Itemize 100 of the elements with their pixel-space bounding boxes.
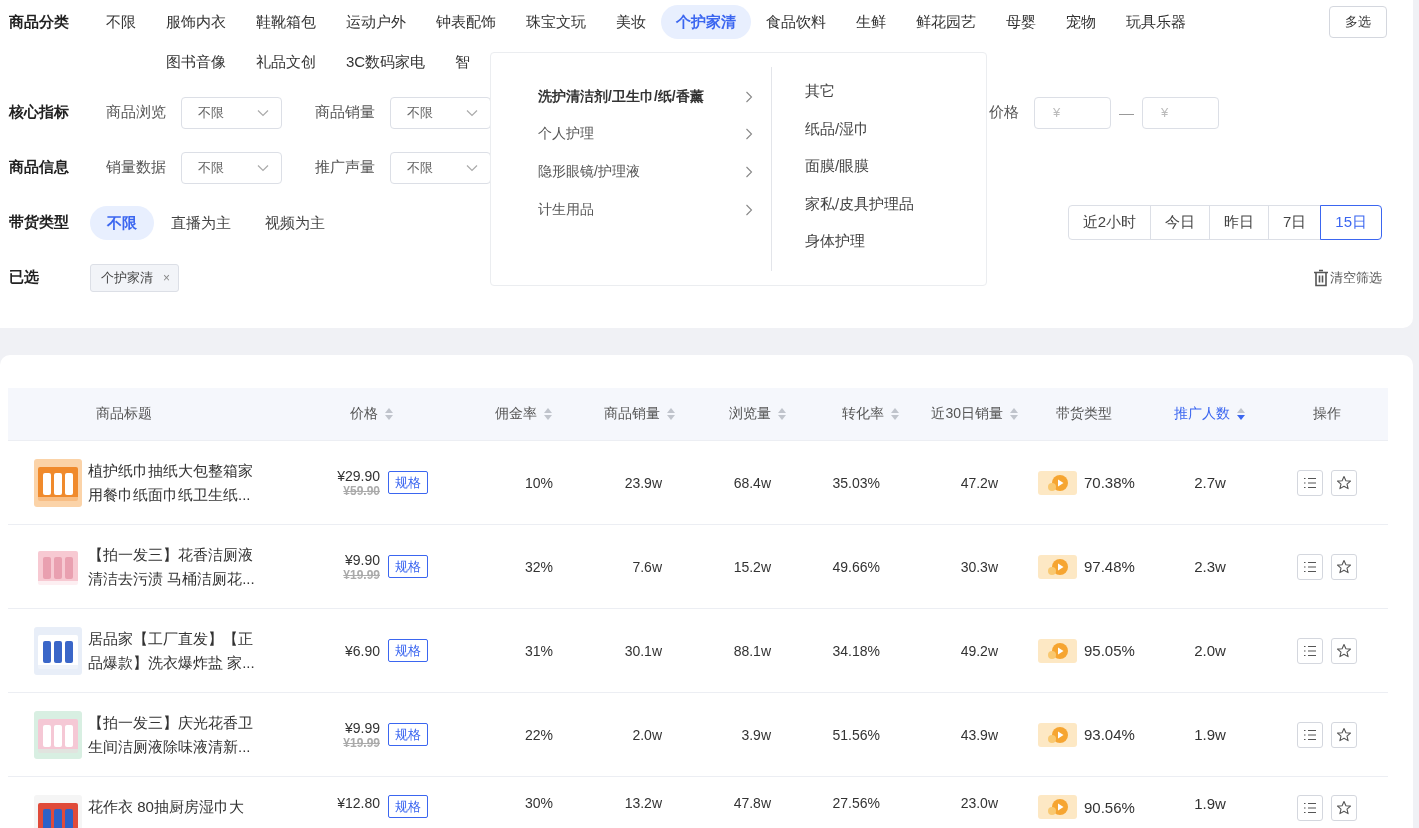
favorite-button[interactable] (1330, 721, 1357, 748)
list-button[interactable] (1296, 553, 1323, 580)
table-cell-text: 10% (523, 474, 554, 491)
column-header[interactable]: 商品销量 (560, 405, 680, 423)
dropdown-select[interactable]: 不限 (181, 151, 282, 184)
column-header[interactable]: 佣金率 (440, 405, 560, 423)
favorite-button[interactable] (1330, 637, 1357, 664)
menu-item[interactable]: 面膜/眼膜 (805, 152, 915, 190)
product-title[interactable]: 居品家【工厂直发】【正品爆款】洗衣爆炸盐 家... (88, 626, 260, 675)
time-range-tab[interactable]: 今日 (1149, 205, 1210, 240)
category-tab[interactable]: 个护家清 (661, 5, 751, 39)
table-cell-text: 49.2w (959, 642, 999, 659)
table-cell: 95.05% (1084, 642, 1135, 659)
menu-item[interactable]: 家私/皮具护理品 (805, 189, 915, 228)
category-tab[interactable]: 母婴 (991, 5, 1051, 39)
price-text: ¥29.90 (337, 467, 380, 484)
category-tab[interactable]: 钟表配饰 (421, 5, 511, 39)
menu-item[interactable]: 洗护清洁剂/卫生巾/纸/香薰 (491, 78, 771, 116)
table-cell-text: 43.9w (959, 726, 999, 743)
chevron-down-icon (466, 163, 478, 172)
favorite-button[interactable] (1330, 469, 1357, 496)
video-play-icon (1038, 470, 1077, 495)
price-max-field[interactable]: ¥ (1142, 96, 1219, 129)
table-cell-text: 23.0w (959, 795, 999, 811)
category-tab[interactable]: 图书音像 (151, 45, 241, 79)
column-header[interactable]: 近30日销量 (905, 405, 1025, 423)
multi-select-button[interactable]: 多选 (1329, 6, 1387, 38)
filter-option[interactable]: 直播为主 (154, 205, 248, 240)
product-title[interactable]: 植护纸巾抽纸大包整箱家用餐巾纸面巾纸卫生纸... (88, 458, 260, 507)
table-cell: 70.38% (1084, 474, 1135, 491)
column-header[interactable]: 价格 (308, 405, 440, 423)
chevron-right-icon (745, 90, 753, 103)
chevron-right-icon (745, 203, 753, 216)
table-cell-text: 68.4w (732, 474, 772, 491)
category-tab[interactable]: 珠宝文玩 (511, 5, 601, 39)
category-tab[interactable]: 不限 (91, 5, 151, 39)
favorite-button[interactable] (1330, 795, 1357, 821)
video-play-icon (1038, 722, 1077, 747)
category-tab[interactable]: 生鲜 (841, 5, 901, 39)
time-range-tab[interactable]: 7日 (1267, 205, 1322, 240)
clear-filters-button[interactable]: 清空筛选 (1313, 268, 1382, 287)
chevron-down-icon (466, 108, 478, 117)
list-button[interactable] (1296, 721, 1323, 748)
category-tab[interactable]: 鲜花园艺 (901, 5, 991, 39)
category-tab[interactable]: 3C数码家电 (331, 45, 441, 79)
category-tab[interactable]: 玩具乐器 (1111, 5, 1201, 39)
time-range-tab[interactable]: 近2小时 (1067, 205, 1151, 240)
category-tab[interactable]: 宠物 (1051, 5, 1111, 39)
table-cell-text: 47.8w (732, 795, 772, 811)
table-cell-text: 32% (523, 558, 554, 575)
table-cell-text: 34.18% (831, 642, 881, 659)
favorite-button[interactable] (1330, 553, 1357, 580)
product-title[interactable]: 【拍一发三】庆光花香卫生间洁厕液除味液清新... (88, 710, 260, 759)
category-tab[interactable]: 食品饮料 (751, 5, 841, 39)
video-play-icon (1038, 795, 1077, 819)
dropdown-select[interactable]: 不限 (181, 96, 282, 129)
column-header[interactable]: 浏览量 (680, 405, 795, 423)
menu-item[interactable]: 个人护理 (491, 115, 771, 154)
filter-option[interactable]: 不限 (90, 205, 154, 240)
list-button[interactable] (1296, 637, 1323, 664)
list-button[interactable] (1296, 795, 1323, 821)
category-tab[interactable]: 智 (440, 45, 486, 79)
table-cell-text: 15.2w (732, 558, 772, 575)
category-tab[interactable]: 鞋靴箱包 (241, 5, 331, 39)
category-tab[interactable]: 运动户外 (331, 5, 421, 39)
video-play-icon (1038, 638, 1077, 663)
video-play-icon (1038, 554, 1077, 579)
table-cell: 93.04% (1084, 726, 1135, 743)
category-tab[interactable]: 礼品文创 (241, 45, 331, 79)
table-cell: 90.56% (1084, 798, 1135, 816)
time-range-tab[interactable]: 15日 (1320, 205, 1382, 240)
table-cell-text: 27.56% (831, 795, 881, 811)
menu-item[interactable]: 纸品/湿巾 (805, 114, 915, 153)
table-cell-text: 49.66% (831, 558, 881, 575)
filter-option[interactable]: 视频为主 (248, 205, 342, 240)
menu-item[interactable]: 身体护理 (805, 227, 915, 265)
menu-item[interactable]: 其它 (805, 77, 915, 115)
column-header[interactable]: 推广人数 (1155, 405, 1265, 423)
spec-button[interactable]: 规格 (388, 639, 428, 662)
filter-label: 商品销量 (315, 103, 375, 122)
product-title[interactable]: 花作衣 80抽厨房湿巾大 (88, 795, 260, 819)
price-min-field[interactable]: ¥ (1034, 96, 1111, 129)
table-cell-text: 30.1w (623, 642, 663, 659)
column-header[interactable]: 转化率 (795, 405, 905, 423)
spec-button[interactable]: 规格 (388, 471, 428, 494)
spec-button[interactable]: 规格 (388, 555, 428, 578)
filter-label: 核心指标 (7, 103, 70, 122)
table-cell-text: 22% (523, 726, 554, 743)
column-header: 商品标题 (95, 405, 153, 423)
spec-button[interactable]: 规格 (388, 795, 428, 818)
product-title[interactable]: 【拍一发三】花香洁厕液清洁去污渍 马桶洁厕花... (88, 542, 260, 591)
time-range-tab[interactable]: 昨日 (1208, 205, 1269, 240)
menu-item[interactable]: 计生用品 (491, 190, 771, 229)
list-button[interactable] (1296, 469, 1323, 496)
menu-item[interactable]: 隐形眼镜/护理液 (491, 153, 771, 191)
chevron-right-icon (745, 128, 753, 141)
category-tab[interactable]: 美妆 (601, 5, 661, 39)
spec-button[interactable]: 规格 (388, 723, 428, 746)
table-cell-text: 35.03% (831, 474, 881, 491)
category-tab[interactable]: 服饰内衣 (151, 5, 241, 39)
